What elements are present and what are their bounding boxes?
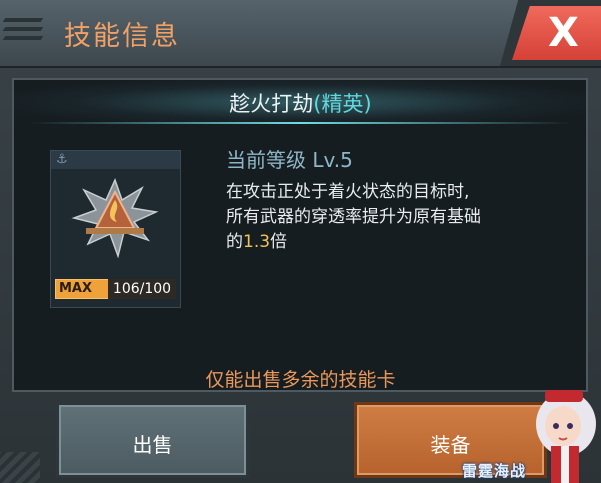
footer-stripes-decoration: [0, 452, 40, 483]
card-progress-text: 106/100: [108, 279, 176, 299]
desc-multiplier: 1.3: [243, 232, 271, 252]
level-label: 当前等级: [226, 148, 306, 172]
desc-line-3: 的1.3倍: [226, 230, 556, 255]
desc-line-2: 所有武器的穿透率提升为原有基础: [226, 207, 481, 227]
panel-header-divider: [30, 122, 571, 124]
equip-button-label: 装备: [430, 433, 471, 457]
sell-hint: 仅能出售多余的技能卡: [205, 369, 396, 391]
close-icon[interactable]: X: [548, 10, 579, 56]
sell-button-label: 出售: [132, 433, 173, 457]
dialog-title: 技能信息: [64, 21, 180, 52]
skill-description: 在攻击正处于着火状态的目标时, 所有武器的穿透率提升为原有基础 的1.3倍: [226, 180, 556, 255]
desc-line-1: 在攻击正处于着火状态的目标时,: [226, 182, 470, 202]
flame-shield-icon: [71, 178, 159, 258]
desc-suffix: 倍: [270, 232, 288, 252]
sell-button[interactable]: 出售: [56, 402, 249, 478]
max-label: MAX: [59, 281, 93, 296]
skill-tier: (精英): [313, 92, 372, 116]
skill-card-header: [51, 151, 180, 169]
level-value: Lv.5: [312, 148, 353, 172]
game-logo: 雷霆海战: [462, 462, 527, 480]
mascot-avatar: [536, 390, 596, 483]
anchor-icon: ⚓: [56, 152, 68, 167]
title-stripes-decoration: [2, 18, 44, 48]
skill-level: 当前等级 Lv.5: [226, 144, 353, 173]
skill-name: 趁火打劫: [229, 92, 314, 116]
desc-prefix: 的: [226, 232, 243, 252]
skill-title: 趁火打劫(精英): [0, 88, 601, 118]
